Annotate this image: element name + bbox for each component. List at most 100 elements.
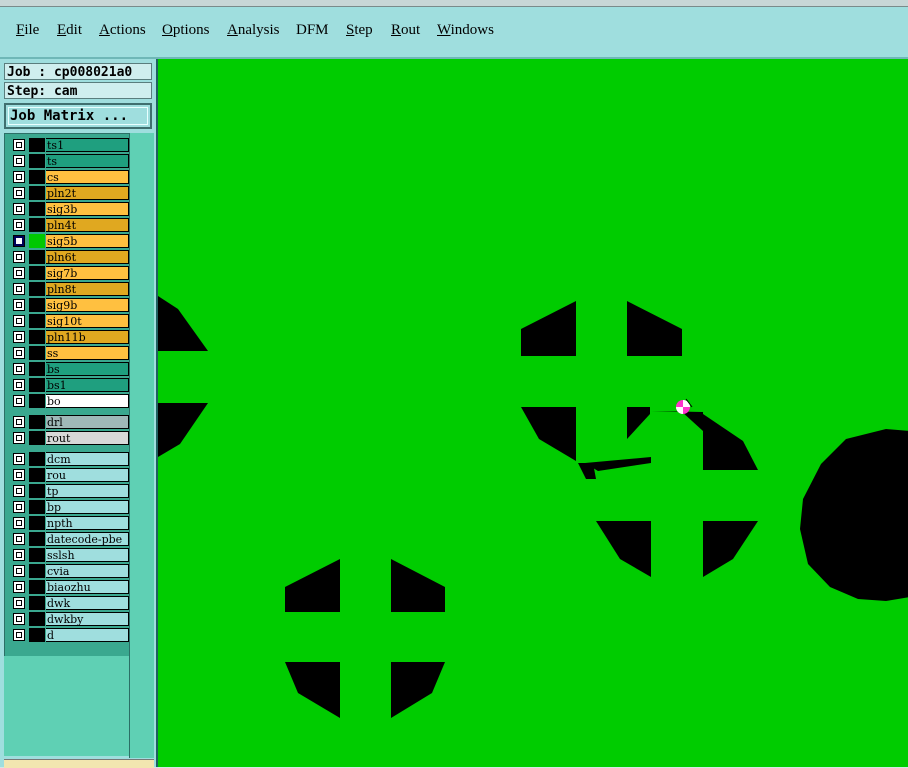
layer-display-swatch[interactable] <box>29 580 45 594</box>
layer-row[interactable]: sslsh <box>11 548 129 562</box>
layer-affect-checkbox[interactable] <box>13 235 25 247</box>
layer-display-swatch[interactable] <box>29 596 45 610</box>
menu-item-dfm[interactable]: DFM <box>296 22 329 39</box>
layer-affect-checkbox[interactable] <box>13 219 25 231</box>
layer-row[interactable]: pln4t <box>11 218 129 232</box>
layer-name[interactable]: tp <box>46 484 129 498</box>
layer-name[interactable]: pln4t <box>46 218 129 232</box>
layer-display-swatch[interactable] <box>29 138 45 152</box>
layer-display-swatch[interactable] <box>29 452 45 466</box>
layer-display-swatch[interactable] <box>29 234 45 248</box>
layer-row[interactable]: biaozhu <box>11 580 129 594</box>
layer-display-swatch[interactable] <box>29 548 45 562</box>
layer-display-swatch[interactable] <box>29 564 45 578</box>
layer-name[interactable]: pln11b <box>46 330 129 344</box>
layer-display-swatch[interactable] <box>29 330 45 344</box>
layer-name[interactable]: pln8t <box>46 282 129 296</box>
layer-display-swatch[interactable] <box>29 612 45 626</box>
layer-row[interactable]: rout <box>11 431 129 445</box>
layer-row[interactable]: sig9b <box>11 298 129 312</box>
layer-name[interactable]: pln2t <box>46 186 129 200</box>
layer-row[interactable]: sig10t <box>11 314 129 328</box>
layer-row[interactable]: pln6t <box>11 250 129 264</box>
layer-name[interactable]: dwk <box>46 596 129 610</box>
layer-name[interactable]: sig10t <box>46 314 129 328</box>
layer-affect-checkbox[interactable] <box>13 533 25 545</box>
layer-row[interactable]: pln2t <box>11 186 129 200</box>
layer-display-swatch[interactable] <box>29 154 45 168</box>
layer-display-swatch[interactable] <box>29 346 45 360</box>
layer-display-swatch[interactable] <box>29 500 45 514</box>
layer-affect-checkbox[interactable] <box>13 416 25 428</box>
layer-name[interactable]: pln6t <box>46 250 129 264</box>
layer-affect-checkbox[interactable] <box>13 203 25 215</box>
layer-row[interactable]: ts <box>11 154 129 168</box>
layer-name[interactable]: bo <box>46 394 129 408</box>
layer-name[interactable]: cvia <box>46 564 129 578</box>
layer-row[interactable]: dcm <box>11 452 129 466</box>
layer-row[interactable]: ss <box>11 346 129 360</box>
layer-name[interactable]: dcm <box>46 452 129 466</box>
layer-name[interactable]: dwkby <box>46 612 129 626</box>
layer-row[interactable]: pln11b <box>11 330 129 344</box>
layer-affect-checkbox[interactable] <box>13 283 25 295</box>
layer-affect-checkbox[interactable] <box>13 432 25 444</box>
layer-affect-checkbox[interactable] <box>13 139 25 151</box>
layer-row[interactable]: bo <box>11 394 129 408</box>
layer-name[interactable]: ss <box>46 346 129 360</box>
layer-affect-checkbox[interactable] <box>13 315 25 327</box>
layer-display-swatch[interactable] <box>29 415 45 429</box>
layer-display-swatch[interactable] <box>29 468 45 482</box>
layer-affect-checkbox[interactable] <box>13 299 25 311</box>
menu-item-analysis[interactable]: Analysis <box>227 22 280 39</box>
layer-name[interactable]: npth <box>46 516 129 530</box>
layer-display-swatch[interactable] <box>29 282 45 296</box>
layer-row[interactable]: cs <box>11 170 129 184</box>
layer-name[interactable]: rou <box>46 468 129 482</box>
menu-item-options[interactable]: Options <box>162 22 210 39</box>
layer-row[interactable]: drl <box>11 415 129 429</box>
layer-name[interactable]: sslsh <box>46 548 129 562</box>
layer-row[interactable]: npth <box>11 516 129 530</box>
layer-name[interactable]: sig5b <box>46 234 129 248</box>
layer-affect-checkbox[interactable] <box>13 363 25 375</box>
layer-display-swatch[interactable] <box>29 250 45 264</box>
layer-row[interactable]: pln8t <box>11 282 129 296</box>
layer-affect-checkbox[interactable] <box>13 347 25 359</box>
layer-name[interactable]: biaozhu <box>46 580 129 594</box>
layer-row[interactable]: sig5b <box>11 234 129 248</box>
layer-affect-checkbox[interactable] <box>13 395 25 407</box>
layer-display-swatch[interactable] <box>29 218 45 232</box>
layer-name[interactable]: d <box>46 628 129 642</box>
menu-item-rout[interactable]: Rout <box>391 22 420 39</box>
layer-row[interactable]: cvia <box>11 564 129 578</box>
layer-display-swatch[interactable] <box>29 394 45 408</box>
layer-affect-checkbox[interactable] <box>13 187 25 199</box>
menu-item-step[interactable]: Step <box>346 22 373 39</box>
layer-name[interactable]: drl <box>46 415 129 429</box>
layer-affect-checkbox[interactable] <box>13 517 25 529</box>
layer-name[interactable]: rout <box>46 431 129 445</box>
layer-name[interactable]: sig9b <box>46 298 129 312</box>
layer-affect-checkbox[interactable] <box>13 267 25 279</box>
layer-row[interactable]: ts1 <box>11 138 129 152</box>
layer-name[interactable]: bs1 <box>46 378 129 392</box>
layer-affect-checkbox[interactable] <box>13 485 25 497</box>
layer-affect-checkbox[interactable] <box>13 171 25 183</box>
layer-row[interactable]: rou <box>11 468 129 482</box>
layer-row[interactable]: sig7b <box>11 266 129 280</box>
layer-display-swatch[interactable] <box>29 362 45 376</box>
layer-display-swatch[interactable] <box>29 431 45 445</box>
layer-display-swatch[interactable] <box>29 298 45 312</box>
menu-item-actions[interactable]: Actions <box>99 22 146 39</box>
layer-display-swatch[interactable] <box>29 186 45 200</box>
layer-row[interactable]: sig3b <box>11 202 129 216</box>
layer-row[interactable]: bp <box>11 500 129 514</box>
layer-affect-checkbox[interactable] <box>13 251 25 263</box>
layer-affect-checkbox[interactable] <box>13 453 25 465</box>
layer-name[interactable]: ts1 <box>46 138 129 152</box>
layer-name[interactable]: ts <box>46 154 129 168</box>
layer-row[interactable]: tp <box>11 484 129 498</box>
layer-affect-checkbox[interactable] <box>13 331 25 343</box>
layer-affect-checkbox[interactable] <box>13 379 25 391</box>
